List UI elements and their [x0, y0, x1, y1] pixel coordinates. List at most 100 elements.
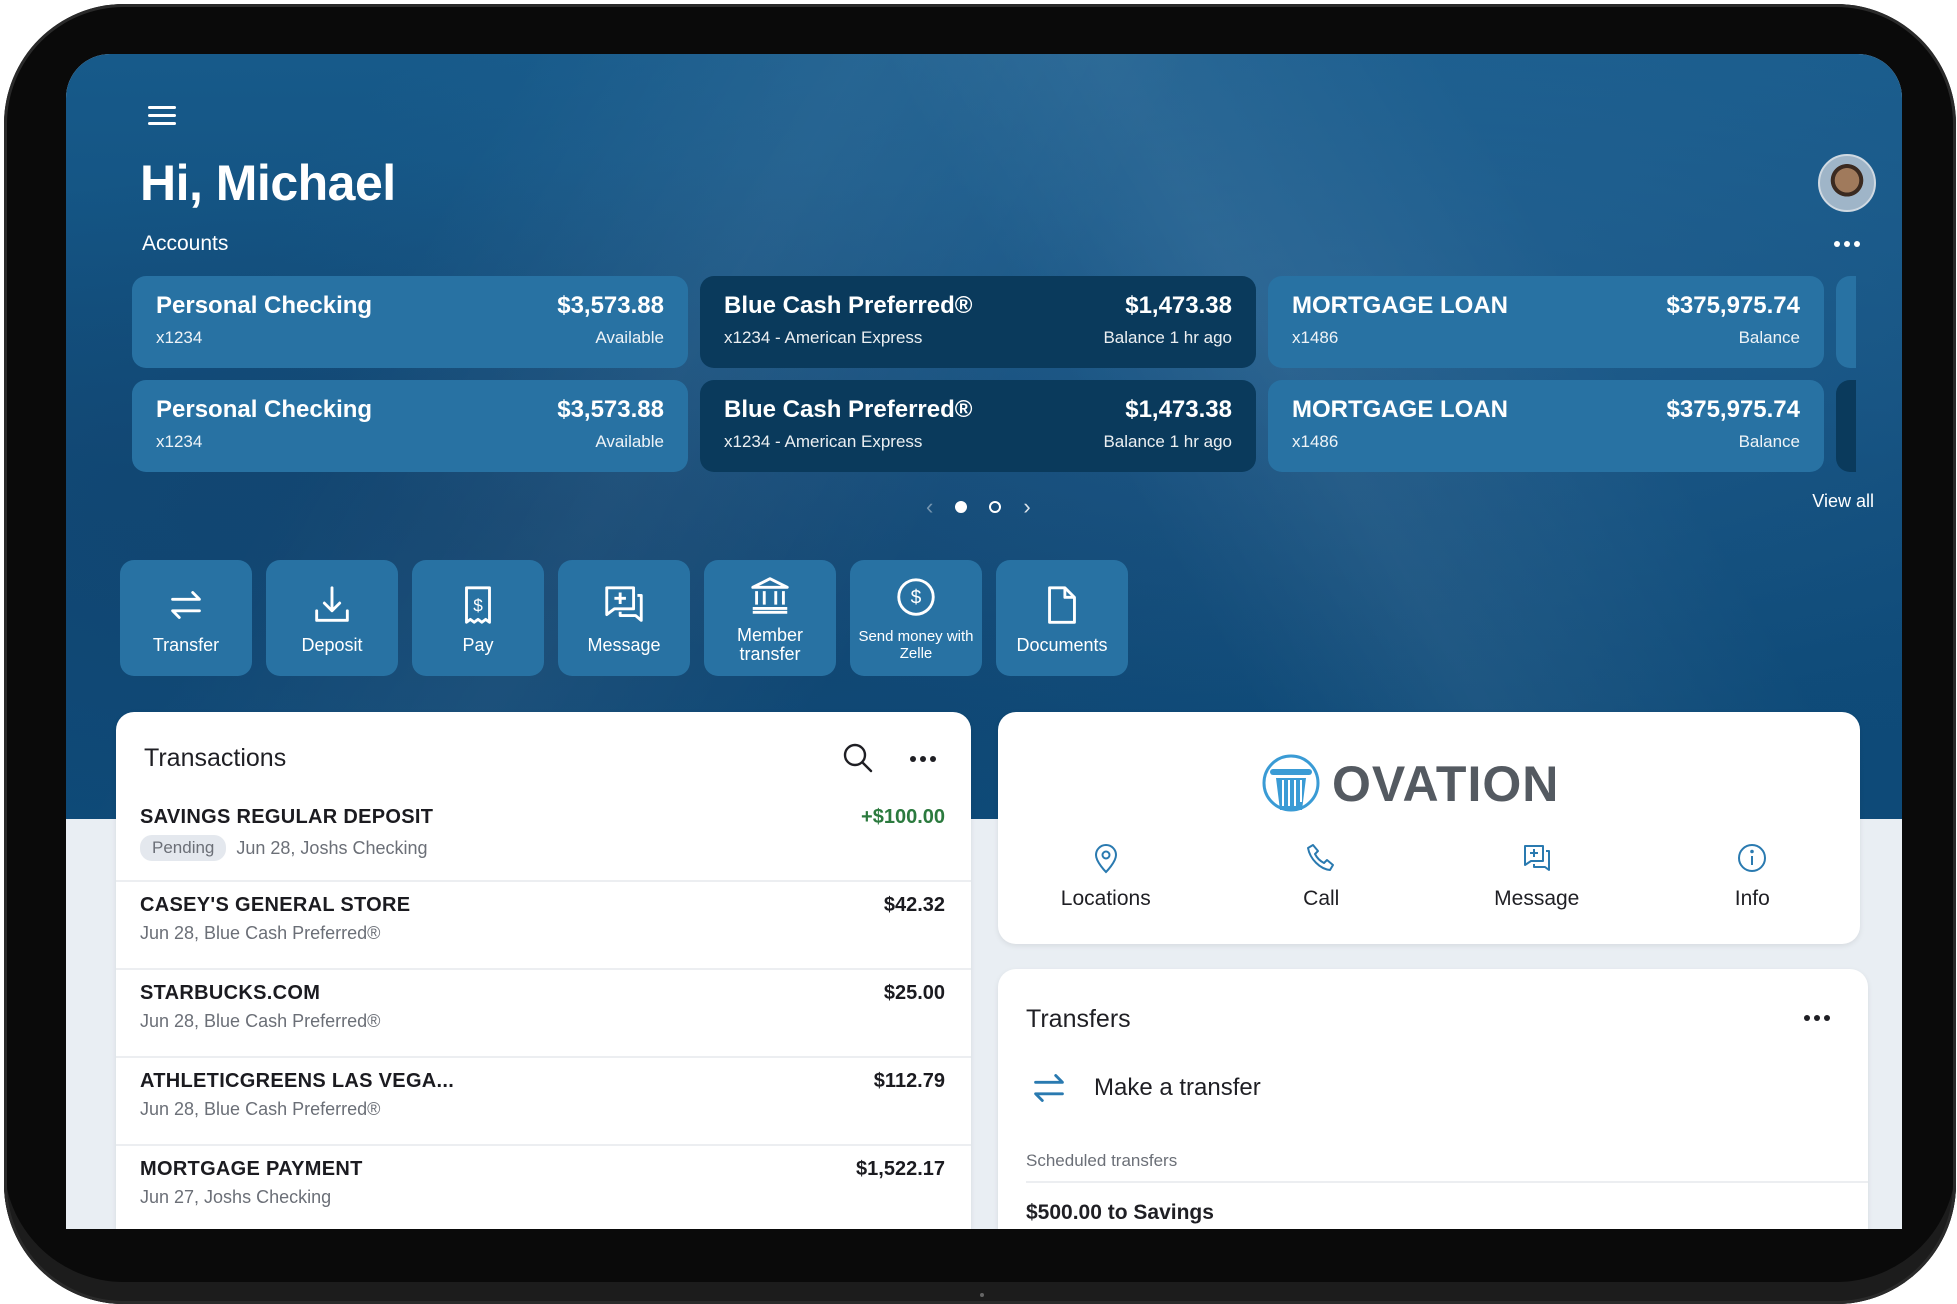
quick-link-locations[interactable]: Locations — [998, 842, 1214, 911]
user-avatar[interactable] — [1818, 154, 1876, 212]
bank-icon — [751, 577, 789, 614]
transactions-title: Transactions — [144, 744, 287, 772]
transaction-meta: Jun 27, Joshs Checking — [140, 1187, 332, 1207]
chevron-left-icon[interactable]: ‹ — [926, 494, 933, 520]
quick-link-info[interactable]: Info — [1645, 842, 1861, 911]
action-pay[interactable]: $ Pay — [412, 560, 544, 676]
action-label: Deposit — [301, 634, 363, 655]
dollar-circle-icon: $ — [897, 578, 935, 616]
action-message[interactable]: Message — [558, 560, 690, 676]
camera-dot — [980, 1293, 984, 1297]
transaction-description: STARBUCKS.COM — [140, 982, 321, 1004]
page-dot[interactable] — [989, 501, 1002, 513]
svg-text:$: $ — [473, 595, 483, 615]
transaction-amount: $25.00 — [883, 982, 945, 1004]
action-label: Member transfer — [736, 625, 803, 664]
account-card[interactable]: MORTGAGE LOAN x1486 $375,975.74 Balance — [1268, 380, 1824, 472]
action-deposit[interactable]: Deposit — [266, 560, 398, 676]
view-all-link[interactable]: View all — [1812, 491, 1874, 512]
more-icon — [910, 756, 916, 762]
transaction-amount: +$100.00 — [861, 806, 945, 828]
account-caption: Balance 1 hr ago — [1103, 432, 1232, 451]
transaction-amount: $1,522.17 — [856, 1158, 945, 1180]
location-pin-icon — [1094, 844, 1117, 874]
brand-name: OVATION — [1332, 756, 1560, 812]
accounts-pager: ‹ › — [926, 494, 1031, 520]
account-card[interactable]: Personal Checking x1234 $3,573.88 Availabl… — [132, 276, 688, 368]
transfers-card: Transfers Make a transfer Scheduled tran… — [998, 969, 1868, 1229]
action-zelle[interactable]: $ Send money with Zelle — [850, 560, 982, 676]
make-transfer-button[interactable]: Make a transfer — [1026, 1065, 1261, 1111]
hamburger-icon — [148, 106, 176, 109]
action-documents[interactable]: Documents — [996, 560, 1128, 676]
quick-link-label: Message — [1494, 887, 1580, 910]
transaction-meta: Jun 28, Joshs Checking — [236, 837, 428, 858]
quick-link-label: Call — [1303, 887, 1340, 910]
account-number: x1234 - American Express — [724, 328, 923, 347]
chevron-right-icon[interactable]: › — [1023, 494, 1030, 520]
account-caption: Available — [595, 328, 664, 347]
hamburger-line — [148, 114, 176, 117]
transaction-row[interactable]: STARBUCKS.COM Jun 28, Blue Cash Preferre… — [116, 970, 971, 1058]
scheduled-transfer-item[interactable]: $500.00 to Savings On Nov 22, from Check… — [1026, 1201, 1226, 1229]
transactions-more-button[interactable] — [910, 756, 936, 762]
page-dot-active[interactable] — [955, 501, 968, 513]
more-icon — [1804, 1015, 1810, 1021]
account-card[interactable]: Blue Cash Preferred® x1234 - American Exp… — [700, 380, 1256, 472]
credit-union-card: OVATION Locations Call Message Info — [998, 712, 1860, 944]
more-icon — [1834, 241, 1840, 247]
info-icon — [1738, 844, 1767, 872]
account-name: MORTGAGE LOAN — [1292, 396, 1508, 423]
account-card[interactable]: Personal Checking x1234 $3,573.88 Availabl… — [132, 380, 688, 472]
transaction-amount: $42.32 — [883, 894, 945, 916]
action-label: Send money with Zelle — [858, 628, 974, 662]
transactions-list: SAVINGS REGULAR DEPOSIT Pending Jun 28, J… — [116, 794, 971, 1229]
account-amount: $375,975.74 — [1666, 396, 1800, 423]
quick-link-call[interactable]: Call — [1214, 842, 1430, 911]
tablet-frame: Hi, Michael Accounts Personal Checking x1… — [4, 4, 1956, 1304]
brand-quick-links: Locations Call Message Info — [998, 842, 1860, 911]
account-caption: Balance — [1738, 432, 1800, 451]
menu-button[interactable] — [148, 106, 176, 128]
hamburger-line — [148, 122, 176, 125]
account-name: Personal Checking — [156, 396, 373, 423]
account-name: Personal Checking — [156, 292, 373, 319]
transactions-card: Transactions SAVINGS REGULAR DEPOSIT Pen… — [116, 712, 971, 1229]
transaction-row[interactable]: SAVINGS REGULAR DEPOSIT Pending Jun 28, J… — [116, 794, 971, 882]
transaction-row[interactable]: MORTGAGE PAYMENT Jun 27, Joshs Checking … — [116, 1146, 971, 1229]
action-transfer[interactable]: Transfer — [120, 560, 252, 676]
search-icon[interactable] — [842, 742, 874, 774]
account-amount: $375,975.74 — [1666, 292, 1800, 319]
quick-link-message[interactable]: Message — [1429, 842, 1645, 911]
quick-link-label: Locations — [1060, 887, 1151, 910]
account-caption: Balance 1 hr ago — [1103, 328, 1232, 347]
transfer-icon — [171, 590, 201, 619]
dot — [930, 756, 936, 762]
transaction-row[interactable]: ATHLETICGREENS LAS VEGA... Jun 28, Blue … — [116, 1058, 971, 1146]
accounts-more-button[interactable] — [1834, 241, 1860, 247]
accounts-label: Accounts — [142, 232, 229, 255]
action-label: Transfer — [152, 634, 220, 655]
scheduled-transfers-label: Scheduled transfers — [1026, 1151, 1178, 1170]
account-number: x1486 — [1292, 328, 1339, 347]
message-icon — [1523, 845, 1550, 871]
account-card[interactable]: Blue Cash Preferred® x1234 - American Exp… — [700, 276, 1256, 368]
account-card[interactable]: MORTGAGE LOAN x1486 $375,975.74 Balance — [1268, 276, 1824, 368]
action-member-transfer[interactable]: Member transfer — [704, 560, 836, 676]
dot — [1854, 241, 1860, 247]
dot — [1814, 1015, 1820, 1021]
account-card-peek[interactable] — [1836, 380, 1856, 472]
account-amount: $1,473.38 — [1125, 396, 1232, 423]
quick-link-label: Info — [1734, 887, 1770, 910]
transaction-row[interactable]: CASEY'S GENERAL STORE Jun 28, Blue Cash … — [116, 882, 971, 970]
transaction-description: SAVINGS REGULAR DEPOSIT — [140, 806, 434, 828]
transfers-more-button[interactable] — [1804, 1015, 1830, 1021]
pending-badge: Pending — [140, 835, 227, 861]
account-card-peek[interactable] — [1836, 276, 1856, 368]
accounts-grid: Personal Checking x1234 $3,573.88 Availabl… — [132, 276, 1856, 472]
greeting-title: Hi, Michael — [140, 155, 396, 211]
app-screen: Hi, Michael Accounts Personal Checking x1… — [66, 54, 1902, 1229]
deposit-icon — [315, 585, 349, 622]
account-name: Blue Cash Preferred® — [724, 292, 973, 319]
account-amount: $3,573.88 — [557, 396, 664, 423]
